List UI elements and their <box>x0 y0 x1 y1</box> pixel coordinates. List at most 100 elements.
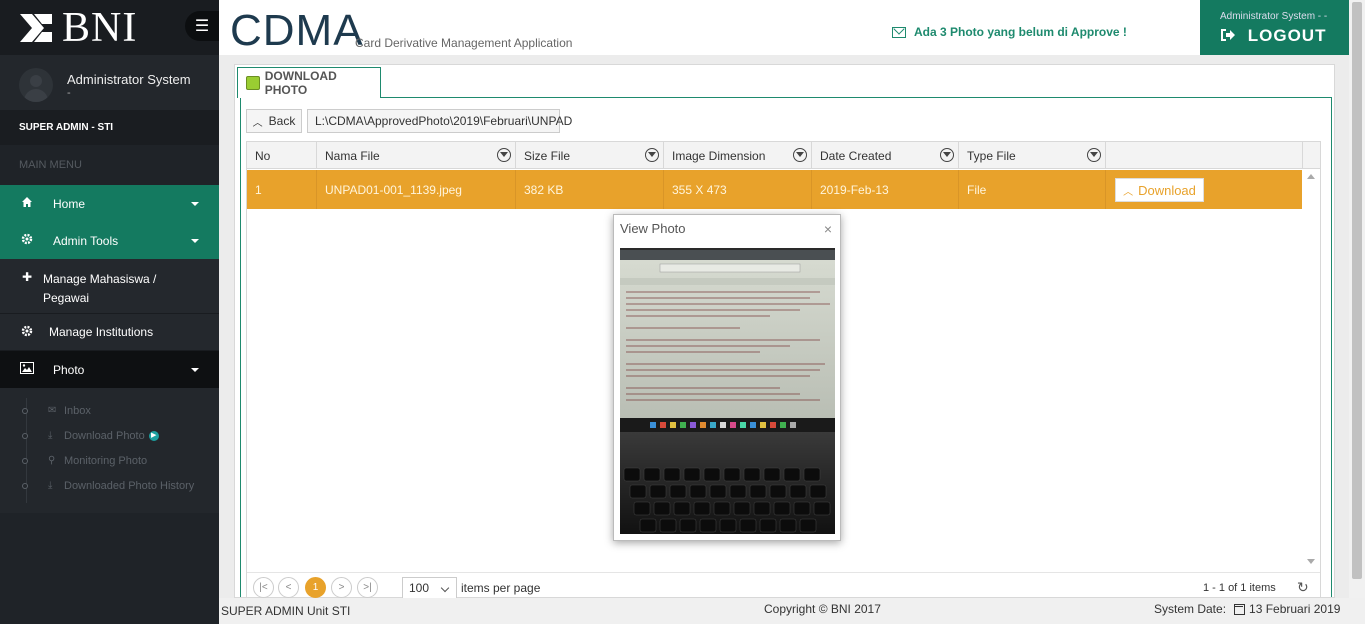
table-row[interactable]: 1 UNPAD01-001_1139.jpeg 382 KB 355 X 473… <box>247 170 1302 209</box>
sidebar: BNI ☰ Administrator System - SUPER ADMIN… <box>0 0 219 624</box>
sidebar-subitem-label: Downloaded Photo History <box>64 479 195 492</box>
column-header-no[interactable]: No <box>247 142 317 169</box>
home-icon <box>19 196 35 211</box>
sidebar-item-label: Photo <box>53 362 85 377</box>
download-label: Download <box>1138 182 1196 198</box>
role-label: SUPER ADMIN - STI <box>0 110 219 145</box>
arrow-right-circle-icon: ▶ <box>148 430 159 441</box>
last-page-button[interactable]: >| <box>357 577 378 598</box>
grid-scrollbar[interactable] <box>1302 170 1319 568</box>
bullet-icon <box>22 482 28 489</box>
footer: SUPER ADMIN Unit STI Copyright © BNI 201… <box>219 598 1365 624</box>
download-icon: ⤓ <box>48 430 53 441</box>
envelope-icon: ✉ <box>48 405 57 416</box>
profile-name: Administrator System <box>67 72 191 87</box>
hamburger-icon: ☰ <box>194 18 210 35</box>
sidebar-item-manage-institutions[interactable]: Manage Institutions <box>0 314 219 351</box>
app-title: CDMA <box>230 6 364 55</box>
filter-icon[interactable] <box>940 148 954 162</box>
chevron-down-icon <box>440 583 450 593</box>
sidebar-subitem-downloaded-history[interactable]: ⤓ Downloaded Photo History <box>0 473 219 498</box>
bullet-icon <box>22 407 28 414</box>
footer-copyright: Copyright © BNI 2017 <box>764 602 881 616</box>
filter-icon[interactable] <box>793 148 807 162</box>
logo-text: BNI <box>62 4 138 51</box>
cell-no: 1 <box>247 170 317 209</box>
column-header-type-file[interactable]: Type File <box>959 142 1106 169</box>
sidebar-item-label: Manage Mahasiswa / Pegawai <box>43 272 157 305</box>
calendar-icon <box>1234 603 1246 615</box>
notification-text: Ada 3 Photo yang belum di Approve ! <box>914 25 1127 39</box>
footer-unit: SUPER ADMIN Unit STI <box>221 604 351 618</box>
cell-date: 2019-Feb-13 <box>812 170 959 209</box>
sidebar-subitem-download-photo[interactable]: ⤓ Download Photo ▶ <box>0 423 219 448</box>
filter-icon[interactable] <box>645 148 659 162</box>
filter-icon[interactable] <box>497 148 511 162</box>
avatar <box>19 68 53 102</box>
sidebar-subitem-label: Inbox <box>64 404 91 417</box>
sidebar-item-manage-mahasiswa[interactable]: ✚ Manage Mahasiswa / Pegawai <box>0 259 219 314</box>
next-page-button[interactable]: > <box>331 577 352 598</box>
photo-submenu: ✉ Inbox ⤓ Download Photo ▶ ⚲ Monitoring … <box>0 388 219 513</box>
prev-page-button[interactable]: < <box>278 577 299 598</box>
sidebar-item-admin-tools[interactable]: Admin Tools <box>0 222 219 259</box>
caret-down-icon <box>191 367 199 372</box>
page-number-button[interactable]: 1 <box>305 577 326 598</box>
download-button[interactable]: ︿ Download <box>1115 178 1204 202</box>
gear-icon <box>19 233 35 248</box>
first-page-button[interactable]: |< <box>253 577 274 598</box>
column-header-nama-file[interactable]: Nama File <box>317 142 516 169</box>
pager: |< < 1 > >| 100 items per page 1 - 1 of … <box>247 572 1320 599</box>
gear-icon <box>19 325 35 340</box>
tab-download-photo[interactable]: DOWNLOAD PHOTO <box>237 67 381 98</box>
caret-down-icon <box>191 201 199 206</box>
header: CDMA Card Derivative Management Applicat… <box>219 0 1349 55</box>
envelope-icon <box>892 26 906 38</box>
column-header-image-dimension[interactable]: Image Dimension <box>664 142 812 169</box>
cell-dimension: 355 X 473 <box>664 170 812 209</box>
sign-out-icon <box>1220 26 1248 45</box>
sidebar-item-photo[interactable]: Photo <box>0 351 219 388</box>
cell-file-name: UNPAD01-001_1139.jpeg <box>317 170 516 209</box>
sidebar-item-home[interactable]: Home <box>0 185 219 222</box>
refresh-icon[interactable]: ↻ <box>1297 579 1309 596</box>
logout-panel: Administrator System - - LOGOUT <box>1200 0 1349 55</box>
sidebar-subitem-label: Monitoring Photo <box>64 454 148 467</box>
logout-button[interactable]: LOGOUT <box>1220 26 1326 46</box>
sidebar-subitem-monitoring-photo[interactable]: ⚲ Monitoring Photo <box>0 448 219 473</box>
chevron-up-icon: ︿ <box>1123 186 1134 198</box>
items-per-page-label: items per page <box>461 581 541 595</box>
path-breadcrumb: L:\CDMA\ApprovedPhoto\2019\Februari\UNPA… <box>307 109 572 133</box>
scrollbar-thumb[interactable] <box>1352 2 1362 579</box>
sidebar-item-label: Manage Institutions <box>49 325 154 339</box>
hamburger-menu-button[interactable]: ☰ <box>185 11 219 41</box>
cell-size: 382 KB <box>516 170 664 209</box>
sidebar-subitem-inbox[interactable]: ✉ Inbox <box>0 398 219 423</box>
scroll-up-icon[interactable] <box>1307 174 1315 179</box>
column-header-date-created[interactable]: Date Created <box>812 142 959 169</box>
bni-logo-icon <box>18 10 54 46</box>
notification-link[interactable]: Ada 3 Photo yang belum di Approve ! <box>892 25 1127 39</box>
cell-type: File <box>959 170 1106 209</box>
logged-user: Administrator System - - <box>1220 11 1328 22</box>
profile: Administrator System - <box>0 55 219 110</box>
logout-label: LOGOUT <box>1247 26 1327 45</box>
filter-icon[interactable] <box>1087 148 1101 162</box>
menu-header: MAIN MENU <box>0 145 219 185</box>
sidebar-item-label: Home <box>53 196 86 211</box>
photo-preview <box>620 248 835 534</box>
view-photo-dialog: View Photo × <box>613 214 841 541</box>
pager-info: 1 - 1 of 1 items <box>1203 582 1276 594</box>
page-scrollbar[interactable] <box>1349 0 1365 598</box>
column-header-action <box>1106 142 1303 169</box>
dialog-title: View Photo <box>620 221 686 236</box>
scroll-down-icon[interactable] <box>1307 559 1315 564</box>
page-size-select[interactable]: 100 <box>402 577 457 599</box>
close-icon[interactable]: × <box>824 221 832 237</box>
column-header-size-file[interactable]: Size File <box>516 142 664 169</box>
grid-header: No Nama File Size File Image Dimension D… <box>247 142 1320 169</box>
sidebar-subitem-label: Download Photo <box>64 429 145 442</box>
caret-down-icon <box>191 238 199 243</box>
back-button[interactable]: ︿ Back <box>246 109 302 133</box>
bullet-icon <box>22 457 28 464</box>
